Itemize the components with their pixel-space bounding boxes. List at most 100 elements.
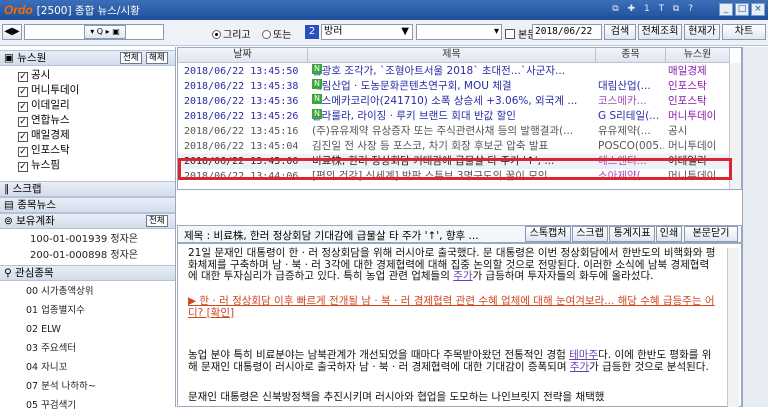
news-title: N 코스메카코리아(241710) 소폭 상승세 +3.06%, 외국계 ...: [312, 94, 594, 109]
news-icon: ▣: [4, 52, 18, 64]
sidebar: ▣ 뉴스원 전체 해제 ✓ 공시 ✓ 머니투데이 ✓ 이데일리 ✓ 연합뉴스 ✓ 매일경제…: [0, 47, 176, 411]
radio-off-icon: [262, 30, 271, 39]
radio-all[interactable]: 그리고: [212, 26, 251, 41]
link-stock-price[interactable]: 주가: [453, 270, 472, 282]
news-title: N 대림산업 · 도농문화콘텐츠연구회, MOU 체결: [312, 79, 594, 94]
news-row[interactable]: 2018/06/22 13:45:16 (주)유유제약 유상증자 또는 주식관련사…: [178, 124, 741, 139]
toolbar: ◀▶ ▾ Q ▸ ▣ 그리고 또는 2 방러 ▼ ▾ 본문 2018/06/22…: [0, 20, 768, 46]
watch-item[interactable]: 03 주요섹터: [26, 341, 76, 356]
news-source-item[interactable]: ✓ 뉴스핌: [18, 158, 60, 173]
title-icons[interactable]: ⧉ ✚ 1 T ⧉ ?: [612, 4, 696, 14]
select-all-button[interactable]: 전체: [120, 52, 142, 64]
title-bar: Ordo [2500] 종합 뉴스/시황 ⧉ ✚ 1 T ⧉ ? _ □ ×: [0, 0, 768, 20]
news-source-item[interactable]: ✓ 이데일리: [18, 98, 70, 113]
watch-item[interactable]: 05 꾸검색기: [26, 398, 76, 413]
checkbox-checked-icon: ✓: [18, 72, 28, 82]
col-header-date[interactable]: 날짜: [178, 48, 308, 63]
news-stock: 코스메카...: [598, 95, 647, 107]
watch-item[interactable]: 00 시가총액상위: [26, 284, 94, 299]
checkbox-icon: [505, 29, 515, 39]
maximize-button[interactable]: □: [735, 3, 749, 16]
account-item[interactable]: 200-01-000898 정자은: [30, 248, 138, 263]
checkbox-checked-icon: ✓: [18, 117, 28, 127]
news-row[interactable]: 2018/06/22 13:45:36 N 코스메카코리아(241710) 소폭 상…: [178, 94, 741, 109]
date-input[interactable]: 2018/06/22: [532, 24, 602, 40]
news-source: 인포스탁: [668, 80, 707, 92]
news-date: 2018/06/22 13:45:36: [184, 96, 299, 107]
deselect-button[interactable]: 해제: [146, 52, 168, 64]
all-search-button[interactable]: 전체조회: [638, 24, 682, 40]
news-title-text: 대림산업 · 도농문화콘텐츠연구회, MOU 체결: [312, 80, 512, 92]
new-icon: N: [312, 109, 322, 119]
stats-button[interactable]: 통계지표: [609, 226, 655, 242]
news-stock: POSCO(005...: [598, 140, 664, 152]
list-icon: ▤: [4, 199, 18, 211]
col-header-source[interactable]: 뉴스원: [666, 48, 730, 63]
tool-icons-button[interactable]: ▾ Q ▸ ▣: [84, 25, 126, 39]
watch-item[interactable]: 01 업종별지수: [26, 303, 85, 318]
account-all-button[interactable]: 전체: [146, 215, 168, 227]
scrap-button[interactable]: 스크랩: [572, 226, 608, 242]
watchlist-header[interactable]: ⚲ 관심종목: [0, 265, 175, 281]
close-button[interactable]: ×: [751, 3, 765, 16]
news-stock: G S리테일(...: [598, 110, 660, 122]
news-source-item[interactable]: ✓ 연합뉴스: [18, 113, 70, 128]
radio-or[interactable]: 또는: [262, 26, 291, 41]
paragraph: 문재인 대통령은 신북방정책을 추진시키며 러시아와 협업을 도모하는 나인브릿…: [188, 391, 605, 403]
keyword-input[interactable]: ▾: [416, 24, 502, 40]
news-date: 2018/06/22 13:45:50: [184, 66, 299, 77]
col-header-title[interactable]: 제목: [308, 48, 596, 63]
minimize-button[interactable]: _: [719, 3, 733, 16]
account-item[interactable]: 100-01-001939 정자은: [30, 232, 138, 247]
paragraph: 농업 분야 특히 비료분야는 남북관계가 개선되었을 때마다 주목받아왔던 전통…: [188, 349, 712, 373]
num-badge[interactable]: 2: [305, 25, 319, 39]
scrap-header[interactable]: ∥ 스크랩: [0, 181, 175, 197]
news-row[interactable]: 2018/06/22 13:45:38 N 대림산업 · 도농문화콘텐츠연구회, M…: [178, 79, 741, 94]
checkbox-checked-icon: ✓: [18, 162, 28, 172]
news-source-item[interactable]: ✓ 머니투데이: [18, 83, 79, 98]
news-stock: 대림산업(...: [598, 80, 651, 92]
checkbox-checked-icon: ✓: [18, 147, 28, 157]
current-price-button[interactable]: 현재가: [684, 24, 720, 40]
article-scrollbar[interactable]: [727, 248, 739, 407]
stock-news-header[interactable]: ▤ 종목뉴스: [0, 197, 175, 213]
news-title-text: 코스메카코리아(241710) 소폭 상승세 +3.06%, 외국계 ...: [312, 95, 578, 107]
method-select[interactable]: 방러 ▼: [321, 24, 413, 40]
news-stock: 유유제약(...: [598, 125, 651, 137]
news-source-item[interactable]: ✓ 인포스탁: [18, 143, 70, 158]
detail-title: 제목 : 비료株, 한러 정상회담 기대감에 급물살 타 주가 '↑', 향후 …: [184, 230, 479, 242]
watch-item[interactable]: 02 ELW: [26, 322, 61, 337]
radio-on-icon: [212, 30, 221, 39]
news-source: 매일경제: [668, 65, 707, 77]
news-row[interactable]: 2018/06/22 13:45:26 N 팔라룰라, 라이징 · 루키 브랜드 회…: [178, 109, 741, 124]
news-source: 인포스탁: [668, 95, 707, 107]
search-button[interactable]: 검색: [604, 24, 636, 40]
news-title: N 팔라룰라, 라이징 · 루키 브랜드 회대 반값 할인: [312, 109, 594, 124]
news-source: 공시: [668, 125, 688, 137]
news-row[interactable]: 2018/06/22 13:45:50 N 김광호 조각가, `조형아트서울 201…: [178, 64, 741, 79]
news-title: 김진일 전 사장 등 포스코, 차기 회장 후보군 압축 발표: [312, 139, 594, 154]
link-stock-price[interactable]: 주가: [570, 361, 589, 373]
news-source-item[interactable]: ✓ 매일경제: [18, 128, 70, 143]
nav-arrows-button[interactable]: ◀▶: [2, 24, 22, 40]
print-button[interactable]: 인쇄: [656, 226, 682, 242]
news-date: 2018/06/22 13:45:26: [184, 111, 299, 122]
watch-item[interactable]: 04 자니꼬: [26, 360, 67, 375]
news-row[interactable]: 2018/06/22 13:45:04 김진일 전 사장 등 포스코, 차기 회장…: [178, 139, 741, 154]
news-date: 2018/06/22 13:45:04: [184, 141, 299, 152]
watch-item[interactable]: 07 분석 나하하~: [26, 379, 96, 394]
window-title: [2500] 종합 뉴스/시황: [36, 4, 140, 17]
chart-button[interactable]: 차트: [722, 24, 766, 40]
news-source: 머니투데이: [668, 110, 717, 122]
close-article-button[interactable]: 본문닫기: [684, 226, 738, 242]
stock-capture-button[interactable]: 스톡캡처: [525, 226, 571, 242]
link-theme-stock[interactable]: 테마주: [569, 349, 598, 361]
account-header[interactable]: ⊜ 보유계좌 전체: [0, 213, 175, 229]
new-icon: N: [312, 79, 322, 89]
news-source-item[interactable]: ✓ 공시: [18, 68, 50, 83]
promo-link[interactable]: ▶ 한 · 러 정상회담 이후 빠르게 전개될 남 · 북 · 러 경제협력 관…: [188, 295, 718, 319]
new-icon: N: [312, 64, 322, 74]
right-panel[interactable]: [742, 47, 768, 407]
news-source: 머니투데이: [668, 140, 717, 152]
col-header-stock[interactable]: 종목: [596, 48, 666, 63]
